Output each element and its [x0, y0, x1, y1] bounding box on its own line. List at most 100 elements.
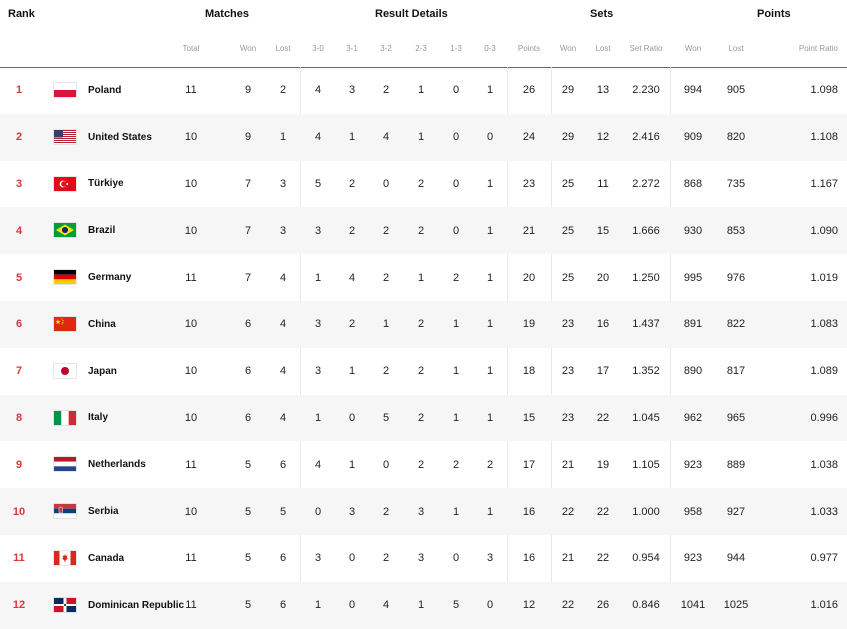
col-header-r32[interactable]: 3-2: [366, 30, 406, 67]
matches-header[interactable]: Matches: [205, 8, 249, 20]
cell-points-won: 962: [683, 411, 703, 424]
cell-points-lost: 927: [726, 505, 746, 518]
sets-header[interactable]: Sets: [590, 8, 613, 20]
col-header-sets-won[interactable]: Won: [548, 30, 588, 67]
cell-total: 10: [184, 224, 198, 237]
col-header-sets-lost[interactable]: Lost: [583, 30, 623, 67]
rank-cell: 3: [15, 177, 23, 190]
col-header-point-ratio[interactable]: Point Ratio: [778, 30, 838, 67]
col-header-pts[interactable]: Points: [509, 30, 549, 67]
cell-won: 9: [244, 131, 252, 144]
table-row[interactable]: 10 Serbia 10 5 5 0 3 2 3 1 1 16 22 22 1.000 958 927 1.033: [0, 488, 847, 535]
cell-won: 7: [244, 224, 252, 237]
cell-r03: 1: [486, 365, 494, 378]
cell-point-ratio: 0.977: [810, 552, 838, 565]
table-row[interactable]: 5 Germany 11 7 4 1 4 2 1 2 1 20 25 20 1.250 995 976 1.019: [0, 254, 847, 301]
cell-points-won: 868: [683, 177, 703, 190]
cell-sets-won: 25: [561, 224, 575, 237]
col-header-points-won[interactable]: Won: [673, 30, 713, 67]
cell-pts: 17: [522, 458, 536, 471]
col-header-set-ratio[interactable]: Set Ratio: [626, 30, 666, 67]
cell-lost: 6: [279, 599, 287, 612]
cell-r03: 1: [486, 84, 494, 97]
rank-cell: 1: [15, 84, 23, 97]
cell-points-lost: 976: [726, 271, 746, 284]
cell-point-ratio: 1.090: [810, 224, 838, 237]
cell-pts: 16: [522, 505, 536, 518]
cell-total: 11: [185, 552, 197, 565]
cell-points-won: 930: [683, 224, 703, 237]
dominican-republic-flag-icon: [54, 597, 76, 612]
cell-r03: 1: [486, 318, 494, 331]
cell-r03: 1: [486, 505, 494, 518]
table-row[interactable]: 8 Italy 10 6 4 1 0 5 2 1 1 15 23 22 1.045 962 965 0.996: [0, 394, 847, 442]
cell-lost: 5: [279, 505, 287, 518]
table-row[interactable]: 9 Netherlands 11 5 6 4 1 0 2 2 2 17 21 19 1.105 923 889 1…: [0, 441, 847, 488]
cell-sets-won: 29: [561, 131, 575, 144]
cell-won: 5: [244, 552, 252, 565]
cell-points-won: 923: [683, 458, 703, 471]
cell-pts: 20: [522, 271, 536, 284]
cell-r32: 2: [382, 552, 390, 565]
cell-points-lost: 820: [726, 131, 746, 144]
cell-sets-won: 21: [561, 552, 575, 565]
table-row[interactable]: 4 Brazil 10 7 3 3 2 2 2 0 1 21 25 15 1.666 930 853 1.090: [0, 207, 847, 255]
col-header-won[interactable]: Won: [228, 30, 268, 67]
table-row[interactable]: 2 United States 10 9 1 4 1 4 1 0 0 24 29 12 2.416 909 82…: [0, 113, 847, 161]
cell-total: 11: [185, 599, 197, 612]
rank-cell: 10: [12, 505, 26, 518]
rank-cell: 12: [12, 599, 26, 612]
table-row[interactable]: 6 China 10 6 4 3 2 1 2 1 1 19 23 16 1.437 891 822 1.083: [0, 300, 847, 348]
cell-r03: 0: [486, 131, 494, 144]
cell-lost: 6: [279, 458, 287, 471]
table-row[interactable]: 3 Türkiye 10 7 3 5 2 0 2 0 1 23 25 11 2.272 868 735 1.167: [0, 161, 847, 208]
table-row[interactable]: 11 Canada 11 5 6 3 0 2 3 0 3 16 21 22 0.954 923 944 0.977: [0, 535, 847, 582]
col-header-total[interactable]: Total: [171, 30, 211, 67]
cell-point-ratio: 1.038: [810, 458, 838, 471]
cell-points-lost: 822: [726, 318, 746, 331]
cell-points-won: 923: [683, 552, 703, 565]
cell-r23: 2: [417, 177, 425, 190]
result-details-header[interactable]: Result Details: [375, 8, 448, 20]
cell-r03: 1: [486, 411, 494, 424]
cell-pts: 12: [522, 599, 536, 612]
netherlands-flag-icon: [54, 457, 76, 472]
group-header-row: Rank Matches Result Details Sets Points: [0, 0, 847, 30]
cell-won: 6: [244, 411, 252, 424]
cell-total: 10: [184, 177, 198, 190]
cell-point-ratio: 1.033: [810, 505, 838, 518]
table-row[interactable]: 1 Poland 11 9 2 4 3 2 1 0 1 26 29 13 2.230 994 905 1.098: [0, 67, 847, 114]
col-header-points-lost[interactable]: Lost: [716, 30, 756, 67]
cell-sets-won: 23: [561, 318, 575, 331]
cell-point-ratio: 1.089: [810, 365, 838, 378]
canada-flag-icon: [54, 550, 76, 565]
col-header-r23[interactable]: 2-3: [401, 30, 441, 67]
cell-pts: 21: [522, 224, 536, 237]
cell-set-ratio: 0.846: [632, 599, 660, 612]
cell-points-lost: 965: [726, 411, 746, 424]
cell-sets-lost: 17: [596, 365, 610, 378]
cell-total: 10: [184, 131, 198, 144]
col-header-lost[interactable]: Lost: [263, 30, 303, 67]
cell-pts: 16: [522, 552, 536, 565]
rank-cell: 4: [15, 224, 23, 237]
cell-pts: 18: [522, 365, 536, 378]
table-row[interactable]: 7 Japan 10 6 4 3 1 2 2 1 1 18 23 17 1.352 890 817 1.089: [0, 348, 847, 395]
cell-won: 5: [244, 505, 252, 518]
cell-sets-won: 23: [561, 365, 575, 378]
rank-header[interactable]: Rank: [8, 8, 35, 20]
cell-r32: 4: [382, 131, 390, 144]
cell-total: 10: [184, 318, 198, 331]
cell-total: 10: [184, 411, 198, 424]
col-header-r03[interactable]: 0-3: [470, 30, 510, 67]
cell-lost: 4: [279, 271, 287, 284]
cell-set-ratio: 1.045: [632, 411, 660, 424]
rank-cell: 9: [15, 458, 23, 471]
cell-r32: 5: [382, 411, 390, 424]
points-header[interactable]: Points: [757, 8, 791, 20]
cell-sets-won: 21: [561, 458, 575, 471]
cell-pts: 23: [522, 177, 536, 190]
cell-lost: 6: [279, 552, 287, 565]
cell-set-ratio: 1.105: [632, 458, 660, 471]
table-row[interactable]: 12 Dominican Republic 11 5 6 1 0 4 1 5 0 12 22 26 0.84…: [0, 581, 847, 629]
